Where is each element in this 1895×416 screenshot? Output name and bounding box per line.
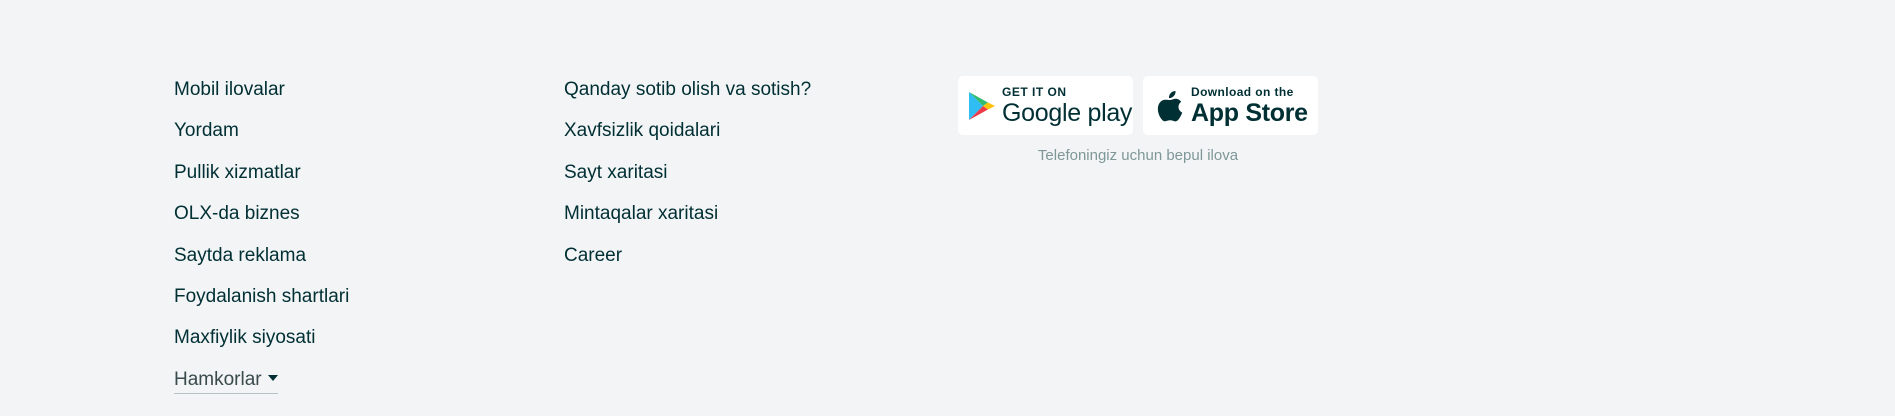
footer-link-item: Yordam [174,117,349,158]
safety-rules-link[interactable]: Xavfsizlik qoidalari [564,120,720,141]
app-downloads: GET IT ON Google play Download on the Ap… [958,76,1318,164]
apps-tagline: Telefoningiz uchun bepul ilova [1037,147,1239,164]
footer-link-item: Maxfiylik siyosati [174,324,349,365]
app-store-big-text: App Store [1191,98,1308,127]
google-play-text: GET IT ON Google play [1002,85,1132,127]
regions-map-link[interactable]: Mintaqalar xaritasi [564,203,718,224]
privacy-policy-link[interactable]: Maxfiylik siyosati [174,327,315,348]
sitemap-link[interactable]: Sayt xaritasi [564,162,667,183]
footer-link-item: Qanday sotib olish va sotish? [564,76,811,117]
terms-of-use-link[interactable]: Foydalanish shartlari [174,286,349,307]
olx-business-link[interactable]: OLX-da biznes [174,203,300,224]
footer-link-item: Career [564,242,811,283]
app-store-badge[interactable]: Download on the App Store [1143,76,1318,135]
partners-dropdown[interactable]: Hamkorlar [174,367,278,394]
apple-icon [1155,89,1185,123]
footer-link-item: Sayt xaritasi [564,159,811,200]
how-to-buy-sell-link[interactable]: Qanday sotib olish va sotish? [564,79,811,100]
career-link[interactable]: Career [564,245,622,266]
mobile-apps-link[interactable]: Mobil ilovalar [174,79,285,100]
footer-links-column-2: Qanday sotib olish va sotish? Xavfsizlik… [564,76,811,283]
footer-links-column-1: Mobil ilovalar Yordam Pullik xizmatlar O… [174,76,349,407]
footer-link-item: Mintaqalar xaritasi [564,200,811,241]
app-store-small-text: Download on the [1191,84,1294,99]
app-store-text: Download on the App Store [1191,85,1308,127]
footer-link-item: Pullik xizmatlar [174,159,349,200]
footer-link-item: Mobil ilovalar [174,76,349,117]
footer-link-item: Foydalanish shartlari [174,283,349,324]
google-play-small-text: GET IT ON [1002,84,1067,99]
partners-label: Hamkorlar [174,368,262,390]
caret-down-icon [267,374,278,381]
google-play-big-text: Google play [1002,98,1133,127]
footer: Mobil ilovalar Yordam Pullik xizmatlar O… [0,0,1895,416]
paid-services-link[interactable]: Pullik xizmatlar [174,162,301,183]
footer-link-item: OLX-da biznes [174,200,349,241]
footer-link-item: Saytda reklama [174,242,349,283]
google-play-icon [968,91,996,121]
google-play-badge[interactable]: GET IT ON Google play [958,76,1133,135]
help-link[interactable]: Yordam [174,120,239,141]
site-advertising-link[interactable]: Saytda reklama [174,245,306,266]
store-badges: GET IT ON Google play Download on the Ap… [958,76,1318,135]
footer-link-item: Hamkorlar [174,366,349,407]
footer-link-item: Xavfsizlik qoidalari [564,117,811,158]
